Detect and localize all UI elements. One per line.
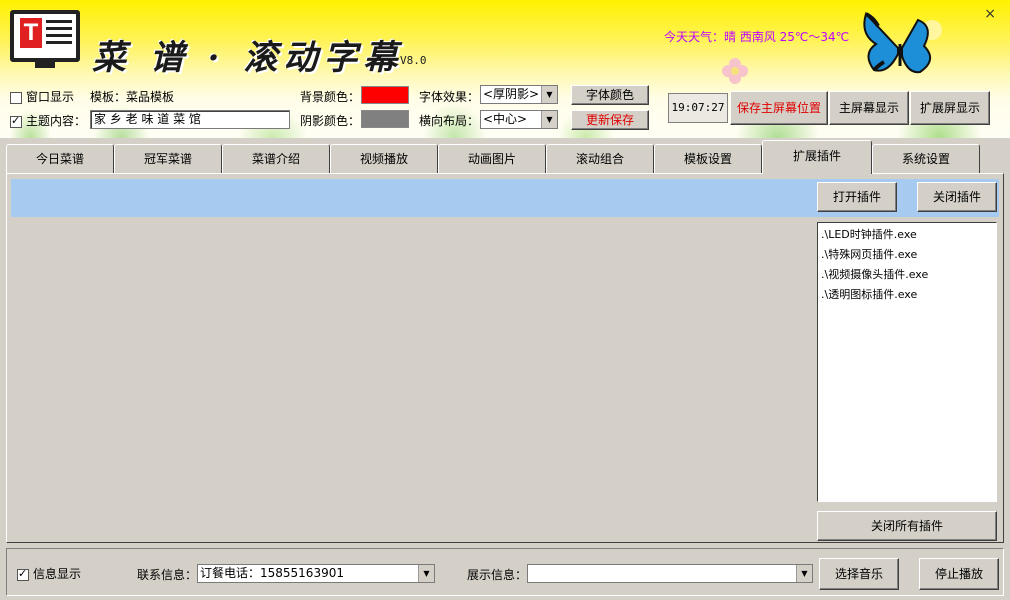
save-position-button[interactable]: 保存主屏幕位置 bbox=[730, 91, 828, 125]
shadow-color-label: 阴影颜色： bbox=[300, 114, 361, 128]
tab-system-settings[interactable]: 系统设置 bbox=[872, 144, 980, 174]
window-display-checkbox[interactable] bbox=[10, 91, 22, 104]
plugin-item-transparent-icon[interactable]: .\透明图标插件.exe bbox=[821, 285, 993, 305]
info-display-toggle[interactable]: 信息显示 bbox=[17, 565, 81, 582]
plugin-list[interactable]: .\LED时钟插件.exe .\特殊网页插件.exe .\视频摄像头插件.exe… bbox=[817, 222, 997, 502]
plugin-item-special-web[interactable]: .\特殊网页插件.exe bbox=[821, 245, 993, 265]
tab-plugins[interactable]: 扩展插件 bbox=[762, 140, 872, 174]
tab-menu-intro[interactable]: 菜谱介绍 bbox=[222, 144, 330, 174]
flower-icon bbox=[722, 58, 748, 84]
info-display-checkbox[interactable] bbox=[17, 567, 29, 581]
select-music-button[interactable]: 选择音乐 bbox=[819, 558, 899, 590]
info-display-label: 信息显示 bbox=[33, 567, 82, 581]
plugins-panel: 打开插件 关闭插件 .\LED时钟插件.exe .\特殊网页插件.exe .\视… bbox=[6, 173, 1004, 543]
display-info-select[interactable]: ▼ bbox=[527, 564, 813, 583]
shadow-color-swatch[interactable] bbox=[361, 110, 409, 128]
window-display-toggle[interactable]: 窗口显示 bbox=[10, 88, 74, 105]
tab-today-menu[interactable]: 今日菜谱 bbox=[6, 144, 114, 174]
tab-champion-menu[interactable]: 冠军菜谱 bbox=[114, 144, 222, 174]
close-icon[interactable]: × bbox=[984, 6, 996, 22]
monitor-icon: T bbox=[10, 10, 80, 62]
open-plugin-button[interactable]: 打开插件 bbox=[817, 182, 897, 212]
subject-input[interactable]: 家 乡 老 味 道 菜 馆 bbox=[90, 110, 290, 129]
butterfly-icon bbox=[863, 12, 942, 74]
text-lines-icon bbox=[46, 20, 72, 50]
font-color-button[interactable]: 字体颜色 bbox=[571, 85, 649, 105]
main-screen-button[interactable]: 主屏幕显示 bbox=[829, 91, 909, 125]
weather-info: 今天天气：晴 西南风 25℃～34℃ bbox=[664, 30, 850, 44]
contact-select[interactable]: 订餐电话：15855163901 ▼ bbox=[197, 564, 435, 583]
dropdown-arrow-icon[interactable]: ▼ bbox=[418, 565, 434, 582]
tab-animation[interactable]: 动画图片 bbox=[438, 144, 546, 174]
tab-template-settings[interactable]: 模板设置 bbox=[654, 144, 762, 174]
display-info-label: 展示信息： bbox=[467, 568, 528, 582]
layout-select[interactable]: <中心> ▼ bbox=[480, 110, 558, 129]
close-all-plugins-button[interactable]: 关闭所有插件 bbox=[817, 511, 997, 541]
font-effect-value: <厚阴影> bbox=[483, 87, 540, 101]
app-version: V8.0 bbox=[400, 54, 427, 67]
tab-scroll-combo[interactable]: 滚动组合 bbox=[546, 144, 654, 174]
plugin-item-camera[interactable]: .\视频摄像头插件.exe bbox=[821, 265, 993, 285]
dropdown-arrow-icon[interactable]: ▼ bbox=[796, 565, 812, 582]
window-display-label: 窗口显示 bbox=[26, 90, 75, 104]
close-plugin-button[interactable]: 关闭插件 bbox=[917, 182, 997, 212]
app-title: 菜 谱 · 滚动字幕 bbox=[92, 38, 404, 78]
font-effect-select[interactable]: <厚阴影> ▼ bbox=[480, 85, 558, 104]
ext-screen-button[interactable]: 扩展屏显示 bbox=[910, 91, 990, 125]
clock-display: 19:07:27 bbox=[668, 93, 728, 123]
update-save-button[interactable]: 更新保存 bbox=[571, 110, 649, 130]
dropdown-arrow-icon[interactable]: ▼ bbox=[541, 86, 557, 103]
subject-checkbox[interactable] bbox=[10, 114, 22, 128]
tab-bar: 今日菜谱 冠军菜谱 菜谱介绍 视频播放 动画图片 滚动组合 模板设置 扩展插件 … bbox=[6, 140, 1006, 174]
tab-video-play[interactable]: 视频播放 bbox=[330, 144, 438, 174]
dropdown-arrow-icon[interactable]: ▼ bbox=[541, 111, 557, 128]
subject-toggle[interactable]: 主题内容： bbox=[10, 112, 86, 129]
layout-label: 横向布局： bbox=[419, 114, 480, 128]
font-effect-label: 字体效果： bbox=[419, 90, 480, 104]
contact-label: 联系信息： bbox=[137, 568, 198, 582]
contact-value: 订餐电话：15855163901 bbox=[200, 566, 344, 580]
template-label: 模板：菜品模板 bbox=[90, 90, 175, 104]
logo-letter: T bbox=[20, 18, 42, 48]
app-logo: T bbox=[10, 10, 80, 68]
stop-play-button[interactable]: 停止播放 bbox=[919, 558, 999, 590]
header-banner: T 菜 谱 · 滚动字幕 V8.0 今天天气：晴 西南风 25℃～34℃ × 窗… bbox=[0, 0, 1010, 138]
subject-label: 主题内容： bbox=[26, 114, 87, 128]
bg-color-label: 背景颜色： bbox=[300, 90, 361, 104]
layout-value: <中心> bbox=[483, 112, 528, 126]
footer-bar: 信息显示 联系信息： 订餐电话：15855163901 ▼ 展示信息： ▼ 选择… bbox=[6, 548, 1004, 596]
plugin-item-led-clock[interactable]: .\LED时钟插件.exe bbox=[821, 225, 993, 245]
bg-color-swatch[interactable] bbox=[361, 86, 409, 104]
